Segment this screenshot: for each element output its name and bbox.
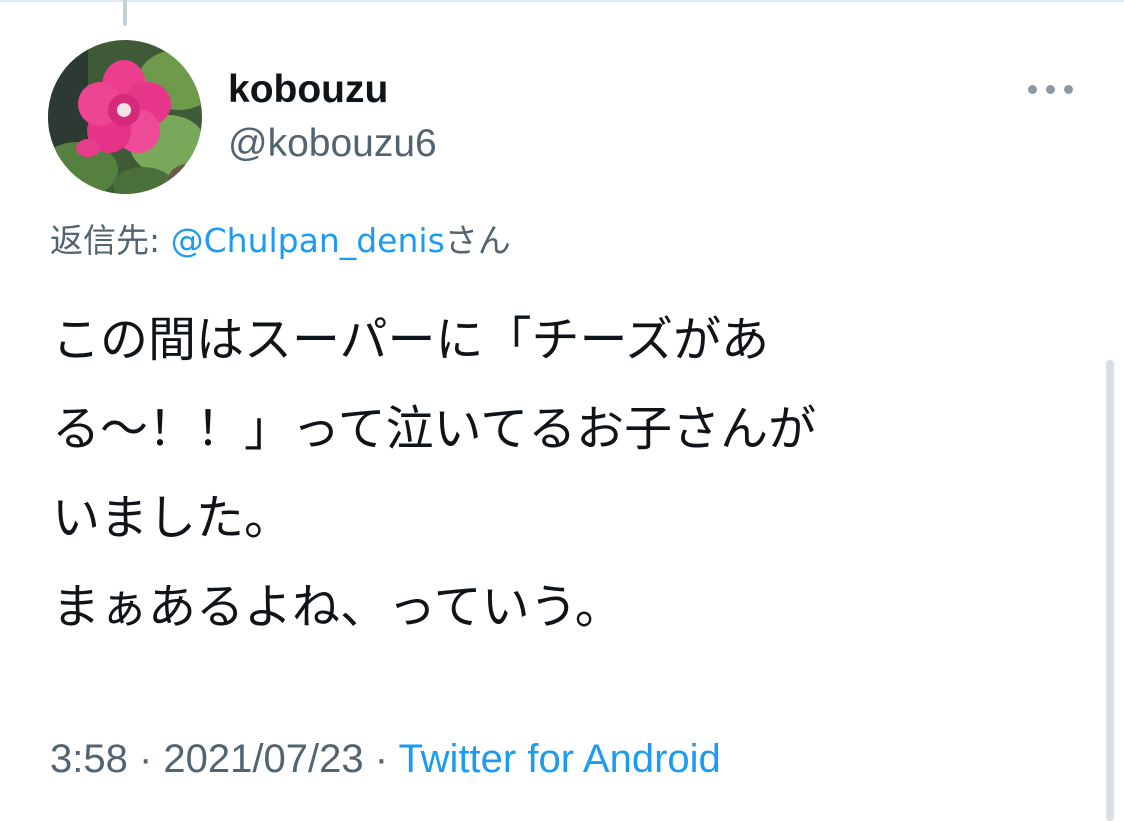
tweet-source-link[interactable]: Twitter for Android [398, 737, 720, 781]
tweet-metadata: 3:58 · 2021/07/23 · Twitter for Android [50, 732, 721, 786]
thread-connector-line [123, 0, 127, 26]
more-options-button[interactable] [1020, 72, 1080, 106]
meta-separator: · [363, 737, 399, 781]
reply-mention-link[interactable]: @Chulpan_denis [171, 221, 445, 260]
tweet-text-line: いました。 [52, 490, 293, 546]
author-handle[interactable]: @kobouzu6 [228, 118, 437, 170]
tweet-text: この間はスーパーに「チーズがあ る〜！！」って泣いてるお子さんが いました。 ま… [52, 296, 1052, 652]
meta-separator: · [127, 737, 164, 781]
tweet-text-line: この間はスーパーに「チーズがあ [52, 312, 770, 368]
tweet-text-line: まぁあるよね、っていう。 [52, 579, 623, 635]
tweet-time[interactable]: 3:58 [50, 737, 128, 781]
tweet-date[interactable]: 2021/07/23 [163, 737, 363, 781]
replying-to-label: 返信先: [50, 221, 171, 260]
tweet-text-line: る〜！！」って泣いてるお子さんが [52, 401, 817, 457]
more-horizontal-icon-dot [1064, 85, 1073, 94]
author-display-name[interactable]: kobouzu [228, 64, 388, 116]
avatar-flower-image [48, 40, 202, 194]
avatar[interactable] [48, 40, 202, 194]
more-horizontal-icon-dot [1046, 85, 1055, 94]
replying-to-suffix: さん [444, 221, 511, 260]
replying-to: 返信先: @Chulpan_denisさん [50, 216, 511, 266]
top-divider [0, 0, 1124, 2]
scrollbar[interactable] [1106, 360, 1114, 821]
more-horizontal-icon [1028, 85, 1037, 94]
